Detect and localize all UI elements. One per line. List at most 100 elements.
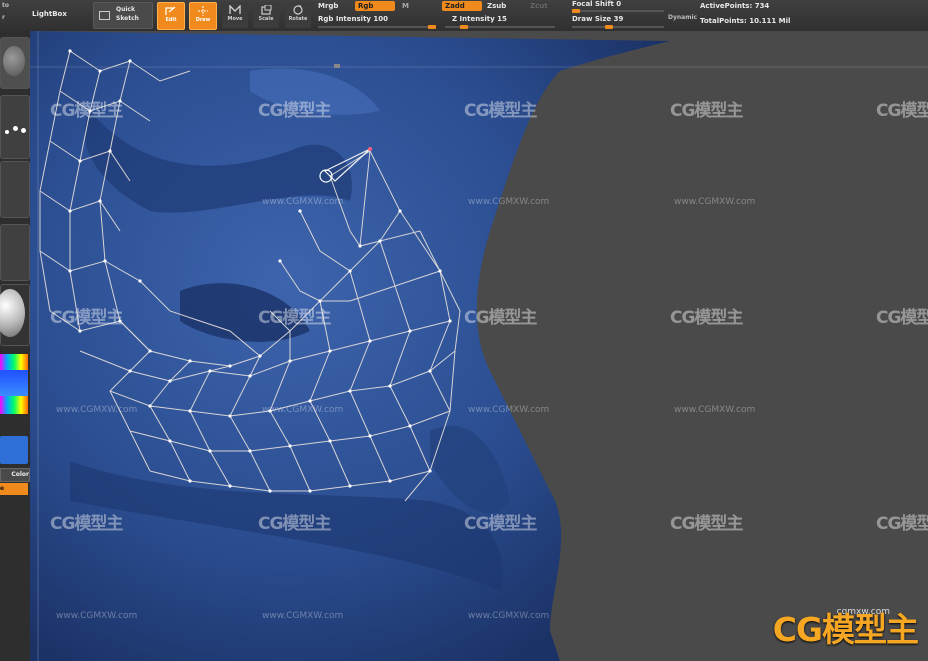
watermark: CG模型主 — [464, 101, 537, 121]
watermark-url: www.CGMXW.com — [468, 197, 550, 207]
watermark: CG模型主 — [876, 308, 928, 328]
topology-vertex — [248, 449, 252, 453]
zadd-button[interactable]: Zadd — [442, 1, 482, 11]
watermark: CG模型主 — [876, 101, 928, 121]
topology-vertex — [228, 364, 232, 368]
draw-cursor-point — [368, 147, 372, 151]
topology-vertex — [68, 209, 72, 213]
topology-vertex — [308, 399, 312, 403]
watermark: CG模型主 — [50, 514, 123, 534]
topology-vertex — [388, 479, 392, 483]
topology-vertex — [128, 369, 132, 373]
z-intensity-knob[interactable] — [460, 25, 469, 29]
move-button[interactable]: Move — [222, 2, 248, 28]
topology-vertex — [268, 489, 272, 493]
move-icon — [229, 5, 241, 14]
topology-vertex — [428, 369, 432, 373]
rgb-intensity-slider[interactable] — [318, 25, 436, 29]
quick-sketch-label-1: Quick — [116, 6, 135, 13]
topology-vertex — [328, 439, 332, 443]
mrgb-button[interactable]: Mrgb — [318, 2, 338, 10]
fill-button[interactable]: e — [0, 483, 28, 495]
quick-sketch-label-2: Sketch — [116, 15, 139, 22]
topology-vertex — [228, 484, 232, 488]
dot-icon — [13, 126, 18, 131]
watermark: CG模型主 — [876, 514, 928, 534]
topology-vertex — [348, 269, 352, 273]
topology-vertex — [208, 449, 212, 453]
brand-logo: CG模型主 — [772, 610, 919, 649]
dynamic-button[interactable]: Dynamic — [668, 14, 697, 21]
watermark: CG模型主 — [670, 308, 743, 328]
rotate-label: Rotate — [288, 16, 308, 22]
draw-icon — [198, 6, 208, 16]
edit-button[interactable]: Edit — [157, 2, 185, 30]
stroke-thumbnail[interactable] — [0, 95, 30, 159]
watermark: CG模型主 — [258, 101, 331, 121]
focal-shift-slider[interactable] — [572, 9, 664, 13]
edit-icon — [165, 6, 176, 15]
texture-thumbnail[interactable] — [0, 224, 30, 281]
m-button[interactable]: M — [402, 2, 409, 10]
watermark-url: www.CGMXW.com — [262, 405, 344, 415]
draw-size-slider[interactable] — [572, 25, 664, 29]
material-thumbnail[interactable] — [0, 284, 30, 346]
active-points: ActivePoints: 734 — [700, 2, 770, 10]
topology-vertex — [98, 199, 102, 203]
topology-vertex — [258, 354, 262, 358]
topology-vertex — [188, 479, 192, 483]
alpha-thumbnail[interactable] — [0, 161, 30, 218]
rotate-icon — [293, 5, 303, 15]
z-intensity-label: Z Intensity 15 — [452, 15, 507, 23]
draw-size-label: Draw Size 39 — [572, 15, 624, 23]
total-points: TotalPoints: 10.111 Mil — [700, 17, 791, 25]
rgb-intensity-label: Rgb Intensity 100 — [318, 15, 389, 23]
zsub-button[interactable]: Zsub — [487, 2, 506, 10]
z-intensity-slider[interactable] — [445, 25, 555, 29]
topology-vertex — [398, 209, 402, 213]
move-label: Move — [227, 16, 243, 22]
dot-icon — [21, 128, 26, 133]
topology-vertex — [448, 319, 452, 323]
watermark: CG模型主 — [464, 514, 537, 534]
topology-vertex — [138, 279, 142, 283]
scale-icon — [261, 5, 272, 15]
color-button[interactable]: Color — [0, 468, 30, 482]
toolbar-fragment-bottom: r — [2, 14, 5, 21]
topology-vertex — [278, 259, 282, 263]
topology-vertex — [68, 49, 72, 53]
watermark-url: www.CGMXW.com — [674, 197, 756, 207]
rgb-intensity-knob[interactable] — [428, 25, 436, 29]
topology-vertex — [368, 434, 372, 438]
main-color-swatch[interactable] — [0, 436, 28, 464]
watermark: CG模型主 — [50, 101, 123, 121]
draw-size-knob[interactable] — [604, 25, 613, 29]
rgb-button[interactable]: Rgb — [355, 1, 395, 11]
draw-button[interactable]: Draw — [189, 2, 217, 30]
topology-vertex — [388, 384, 392, 388]
topology-vertex — [188, 359, 192, 363]
draw-label: Draw — [195, 17, 211, 23]
zcut-button[interactable]: Zcut — [530, 2, 548, 10]
brush-thumbnail[interactable] — [0, 37, 30, 89]
topology-vertex — [368, 339, 372, 343]
focal-shift-label: Focal Shift 0 — [572, 0, 622, 8]
rotate-button[interactable]: Rotate — [285, 2, 311, 28]
watermark: CG模型主 — [258, 308, 331, 328]
focal-shift-knob[interactable] — [572, 9, 580, 13]
watermark: CG模型主 — [464, 308, 537, 328]
topology-vertex — [68, 269, 72, 273]
left-panel: Color e — [0, 31, 31, 661]
watermark: CG模型主 — [670, 101, 743, 121]
topology-vertex — [98, 69, 102, 73]
scale-button[interactable]: Scale — [253, 2, 279, 28]
lightbox-button[interactable]: LightBox — [32, 10, 67, 18]
color-picker[interactable] — [0, 354, 30, 414]
viewport-canvas[interactable]: CG模型主 CG模型主 CG模型主 CG模型主 CG模型主 www.CGMXW.… — [30, 31, 928, 661]
edit-label: Edit — [165, 17, 177, 23]
material-sphere-icon — [0, 289, 25, 337]
watermark: CG模型主 — [50, 308, 123, 328]
dock-toggle[interactable] — [334, 64, 340, 68]
topology-vertex — [408, 424, 412, 428]
quick-sketch-button[interactable]: Quick Sketch — [93, 2, 153, 29]
